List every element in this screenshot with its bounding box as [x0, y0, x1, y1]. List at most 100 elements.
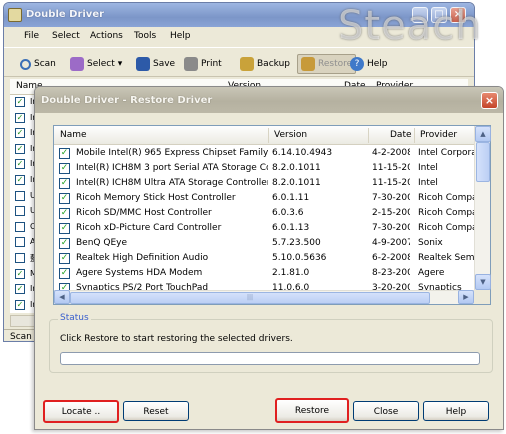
toolbar: Scan Select ▾ Save Print Backup Restore … — [4, 47, 474, 77]
driver-date: 3-20-2008 — [372, 283, 410, 290]
driver-version: 8.2.0.1011 — [272, 178, 321, 188]
vertical-scrollbar[interactable]: ▲ ▼ — [474, 126, 491, 290]
driver-provider: Realtek Semi — [418, 253, 474, 263]
driver-checkbox[interactable]: ✓ — [59, 268, 70, 279]
main-row-checkbox[interactable] — [15, 206, 25, 217]
main-row-checkbox[interactable]: ✓ — [15, 143, 25, 154]
restore-icon — [301, 57, 315, 71]
column-divider[interactable] — [268, 128, 269, 143]
driver-name: Intel(R) ICH8M Ultra ATA Storage Control… — [76, 178, 268, 188]
driver-list-header: Name Version Date Provider — [54, 126, 474, 145]
main-row-checkbox[interactable] — [15, 237, 25, 248]
help-button[interactable]: ? Help — [350, 54, 388, 74]
driver-checkbox[interactable]: ✓ — [59, 193, 70, 204]
driver-checkbox[interactable]: ✓ — [59, 253, 70, 264]
help-dialog-button[interactable]: Help — [423, 401, 489, 421]
print-button[interactable]: Print — [184, 54, 222, 74]
driver-checkbox[interactable]: ✓ — [59, 223, 70, 234]
scan-button[interactable]: Scan — [20, 54, 56, 74]
printer-icon — [184, 57, 198, 71]
main-row-checkbox[interactable]: ✓ — [15, 112, 25, 123]
print-label: Print — [201, 59, 222, 69]
driver-date: 8-23-2007 — [372, 268, 410, 278]
driver-name: Agere Systems HDA Modem — [76, 268, 203, 278]
menu-actions[interactable]: Actions — [90, 31, 123, 41]
scroll-left-button[interactable]: ◀ — [54, 290, 70, 304]
menu-help[interactable]: Help — [170, 31, 191, 41]
driver-checkbox[interactable]: ✓ — [59, 163, 70, 174]
dialog-title: Double Driver - Restore Driver — [41, 95, 213, 106]
main-row-checkbox[interactable] — [15, 190, 25, 201]
driver-row[interactable]: ✓ Synaptics PS/2 Port TouchPad 11.0.6.0 3-2… — [54, 281, 474, 290]
driver-row[interactable]: ✓ Agere Systems HDA Modem 2.1.81.0 8-23-200… — [54, 266, 474, 281]
help-label: Help — [367, 59, 388, 69]
horizontal-scroll-thumb[interactable]: ||| — [70, 292, 430, 304]
driver-name: Ricoh SD/MMC Host Controller — [76, 208, 212, 218]
driver-row[interactable]: ✓ Intel(R) ICH8M Ultra ATA Storage Contro… — [54, 176, 474, 191]
vertical-scroll-thumb[interactable] — [476, 142, 490, 182]
main-row-checkbox[interactable]: ✓ — [15, 299, 25, 310]
driver-row[interactable]: ✓ Ricoh SD/MMC Host Controller 6.0.3.6 2-15… — [54, 206, 474, 221]
driver-name: Ricoh Memory Stick Host Controller — [76, 193, 236, 203]
restore-toolbar-button[interactable]: Restore — [297, 54, 357, 74]
driver-version: 5.7.23.500 — [272, 238, 321, 248]
driver-row[interactable]: ✓ BenQ QEye 5.7.23.500 4-9-2007 Sonix — [54, 236, 474, 251]
backup-button[interactable]: Backup — [240, 54, 290, 74]
driver-rows: ✓ Mobile Intel(R) 965 Express Chipset Fam… — [54, 146, 474, 290]
driver-version: 11.0.6.0 — [272, 283, 310, 290]
horizontal-scrollbar[interactable]: ◀ ||| ▶ — [54, 290, 474, 304]
driver-date: 7-30-2007 — [372, 223, 410, 233]
driver-provider: Intel — [418, 178, 438, 188]
restore-button[interactable]: Restore — [275, 398, 349, 423]
main-row-checkbox[interactable] — [15, 221, 25, 232]
save-button[interactable]: Save — [136, 54, 175, 74]
main-row-checkbox[interactable]: ✓ — [15, 284, 25, 295]
driver-date: 6-2-2008 — [372, 253, 410, 263]
scroll-up-button[interactable]: ▲ — [475, 126, 491, 142]
reset-button[interactable]: Reset — [123, 401, 189, 421]
main-row-checkbox[interactable]: ✓ — [15, 128, 25, 139]
driver-checkbox[interactable]: ✓ — [59, 283, 70, 290]
main-row-checkbox[interactable]: ✓ — [15, 268, 25, 279]
main-row-checkbox[interactable]: ✓ — [15, 97, 25, 107]
main-row-checkbox[interactable]: ✓ — [15, 159, 25, 170]
driver-checkbox[interactable]: ✓ — [59, 178, 70, 189]
column-divider[interactable] — [414, 128, 415, 143]
main-driver-list: ✓In✓In✓In✓In✓In✓InUUCA藍✓M✓In✓In — [10, 95, 38, 313]
driver-version: 6.14.10.4943 — [272, 148, 333, 158]
close-button[interactable]: Close — [353, 401, 419, 421]
driver-version: 6.0.1.11 — [272, 193, 310, 203]
driver-checkbox[interactable]: ✓ — [59, 148, 70, 159]
locate-button[interactable]: Locate .. — [43, 400, 119, 423]
restore-driver-dialog: Double Driver - Restore Driver × Name Ve… — [34, 86, 504, 430]
driver-checkbox[interactable]: ✓ — [59, 238, 70, 249]
driver-provider: Agere — [418, 268, 445, 278]
driver-provider: Ricoh Compa — [418, 223, 474, 233]
driver-checkbox[interactable]: ✓ — [59, 208, 70, 219]
menu-file[interactable]: File — [24, 31, 39, 41]
status-group: Status Click Restore to start restoring … — [49, 313, 493, 373]
menu-select[interactable]: Select — [52, 31, 80, 41]
scroll-right-button[interactable]: ▶ — [458, 290, 474, 304]
select-button[interactable]: Select ▾ — [70, 54, 122, 74]
driver-row[interactable]: ✓ Ricoh Memory Stick Host Controller 6.0.1… — [54, 191, 474, 206]
driver-row[interactable]: ✓ Ricoh xD-Picture Card Controller 6.0.1.1… — [54, 221, 474, 236]
progress-bar — [60, 352, 480, 365]
scroll-down-button[interactable]: ▼ — [475, 274, 491, 290]
column-header-provider[interactable]: Provider — [420, 130, 457, 140]
menu-tools[interactable]: Tools — [134, 31, 156, 41]
driver-date: 11-15-2006 — [372, 163, 410, 173]
main-row-checkbox[interactable]: ✓ — [15, 175, 25, 185]
column-header-name[interactable]: Name — [60, 130, 87, 140]
driver-row[interactable]: ✓ Mobile Intel(R) 965 Express Chipset Fam… — [54, 146, 474, 161]
backup-label: Backup — [257, 59, 290, 69]
driver-row[interactable]: ✓ Realtek High Definition Audio 5.10.0.563… — [54, 251, 474, 266]
driver-row[interactable]: ✓ Intel(R) ICH8M 3 port Serial ATA Storag… — [54, 161, 474, 176]
column-header-date[interactable]: Date — [390, 130, 412, 140]
column-divider[interactable] — [368, 128, 369, 143]
column-header-version[interactable]: Version — [274, 130, 307, 140]
dialog-close-button[interactable]: × — [481, 92, 498, 109]
main-row-checkbox[interactable] — [15, 253, 25, 263]
driver-date: 4-2-2008 — [372, 148, 410, 158]
scan-label: Scan — [34, 59, 56, 69]
